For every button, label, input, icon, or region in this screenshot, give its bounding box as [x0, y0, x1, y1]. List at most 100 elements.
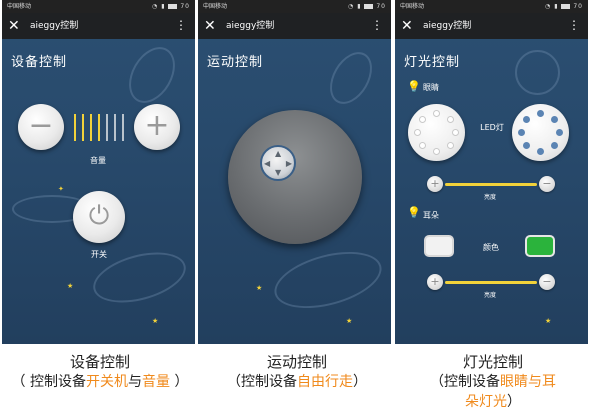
plus-icon: + [430, 275, 440, 288]
screen-title: 灯光控制 [404, 55, 461, 70]
volume-up-button[interactable]: + [134, 104, 180, 150]
left-eye-led[interactable] [408, 104, 465, 161]
minus-icon: − [542, 177, 552, 190]
carrier-label: 中国移动 [203, 3, 228, 10]
led-dot [551, 142, 558, 149]
ear-color-off-button[interactable] [424, 235, 454, 257]
led-dot [447, 142, 454, 149]
volume-down-button[interactable]: − [18, 104, 64, 150]
direction-arrows-icon: ▲ ▼ ◀ ▶ [264, 149, 292, 177]
minus-icon: − [28, 108, 54, 143]
caption-light-control: 灯光控制 （控制设备眼睛与耳 朵灯光） [398, 352, 588, 412]
volume-bar [82, 114, 84, 141]
more-icon[interactable]: ⋮ [568, 15, 580, 35]
caption-text: （ 控制设备 [11, 374, 86, 390]
ear-brightness-label: 亮度 [483, 292, 496, 299]
caption-desc-line2: 朵灯光） [398, 392, 588, 412]
device-control-screen: 中国移动 ◔ ▮ 70 ✕ aieggy控制 ⋮ ★ ★ ✦ 设备控制 − + … [2, 0, 195, 344]
ear-brightness-slider[interactable] [445, 281, 537, 284]
eye-brightness-up-button[interactable]: + [427, 176, 443, 192]
caption-highlight: 开关机 [86, 374, 128, 390]
power-icon: ⏻ [88, 201, 110, 231]
star-icon: ✦ [58, 185, 64, 193]
planet-decoration [119, 39, 185, 111]
power-button[interactable]: ⏻ [73, 191, 125, 243]
led-dot [523, 142, 530, 149]
status-bar: 中国移动 ◔ ▮ 70 [198, 0, 391, 13]
signal-icon: ▮ [161, 3, 166, 10]
battery-level: 70 [573, 3, 583, 10]
led-dot [419, 116, 426, 123]
eye-brightness-slider[interactable] [445, 183, 537, 186]
app-bar: ✕ aieggy控制 ⋮ [2, 13, 195, 39]
power-label: 开关 [91, 250, 107, 259]
app-title: aieggy控制 [423, 21, 472, 31]
status-icons: ◔ ▮ 70 [545, 0, 583, 13]
carrier-label: 中国移动 [400, 3, 425, 10]
volume-bar [74, 114, 76, 141]
joystick-pad[interactable] [228, 110, 362, 244]
caption-motion-control: 运动控制 （控制设备自由行走） [200, 352, 394, 392]
caption-text: ） [507, 394, 521, 410]
caption-highlight: 眼睛与耳 [500, 374, 556, 390]
led-dot [447, 116, 454, 123]
close-icon[interactable]: ✕ [401, 16, 413, 36]
ears-label: 耳朵 [423, 211, 439, 220]
led-dot [551, 116, 558, 123]
caption-device-control: 设备控制 （ 控制设备开关机与音量 ） [0, 352, 200, 392]
light-control-screen: 中国移动 ◔ ▮ 70 ✕ aieggy控制 ⋮ ★ 灯光控制 💡 眼睛 LED… [395, 0, 588, 344]
ear-color-on-button[interactable] [525, 235, 555, 257]
more-icon[interactable]: ⋮ [371, 15, 383, 35]
eye-brightness-label: 亮度 [483, 194, 496, 201]
more-icon[interactable]: ⋮ [175, 15, 187, 35]
eye-brightness-down-button[interactable]: − [539, 176, 555, 192]
app-bar: ✕ aieggy控制 ⋮ [198, 13, 391, 39]
status-bar: 中国移动 ◔ ▮ 70 [395, 0, 588, 13]
planet-decoration [515, 50, 560, 95]
minus-icon: − [542, 275, 552, 288]
volume-bar [106, 114, 108, 141]
screen-title: 设备控制 [11, 55, 68, 70]
caption-desc: （ 控制设备开关机与音量 ） [0, 372, 200, 392]
caption-title: 设备控制 [69, 353, 130, 371]
carrier-label: 中国移动 [7, 3, 32, 10]
led-dot [414, 129, 421, 136]
close-icon[interactable]: ✕ [204, 16, 216, 36]
star-icon: ★ [545, 317, 552, 325]
ear-brightness-up-button[interactable]: + [427, 274, 443, 290]
battery-icon [364, 4, 374, 9]
eyes-label: 眼睛 [423, 83, 439, 92]
status-icons: ◔ ▮ 70 [152, 0, 190, 13]
caption-highlight: 自由行走 [297, 374, 353, 390]
close-icon[interactable]: ✕ [8, 16, 20, 36]
star-icon: ★ [152, 317, 159, 325]
right-eye-led[interactable] [512, 104, 569, 161]
ufo-decoration [268, 241, 388, 319]
volume-bar [90, 114, 92, 141]
plus-icon: + [144, 108, 170, 143]
wifi-icon: ◔ [152, 3, 159, 10]
caption-highlight: 音量 [142, 374, 170, 390]
led-dot [452, 129, 459, 136]
screen-title: 运动控制 [207, 55, 264, 70]
caption-text: （控制设备 [430, 374, 500, 390]
volume-bar [122, 114, 124, 141]
bulb-icon: 💡 [407, 80, 421, 93]
led-dot [419, 142, 426, 149]
star-icon: ★ [346, 317, 353, 325]
rocket-decoration [321, 44, 381, 112]
app-title: aieggy控制 [30, 21, 79, 31]
caption-text: 与 [128, 374, 142, 390]
caption-desc: （控制设备自由行走） [200, 372, 394, 392]
caption-desc: （控制设备眼睛与耳 [398, 372, 588, 392]
wifi-icon: ◔ [348, 3, 355, 10]
battery-icon [168, 4, 178, 9]
volume-bar [98, 114, 100, 141]
joystick-knob[interactable]: ▲ ▼ ◀ ▶ [260, 145, 296, 181]
battery-level: 70 [180, 3, 190, 10]
status-icons: ◔ ▮ 70 [348, 0, 386, 13]
plus-icon: + [430, 177, 440, 190]
ear-brightness-down-button[interactable]: − [539, 274, 555, 290]
caption-text: （控制设备 [227, 374, 297, 390]
led-dot [537, 148, 544, 155]
